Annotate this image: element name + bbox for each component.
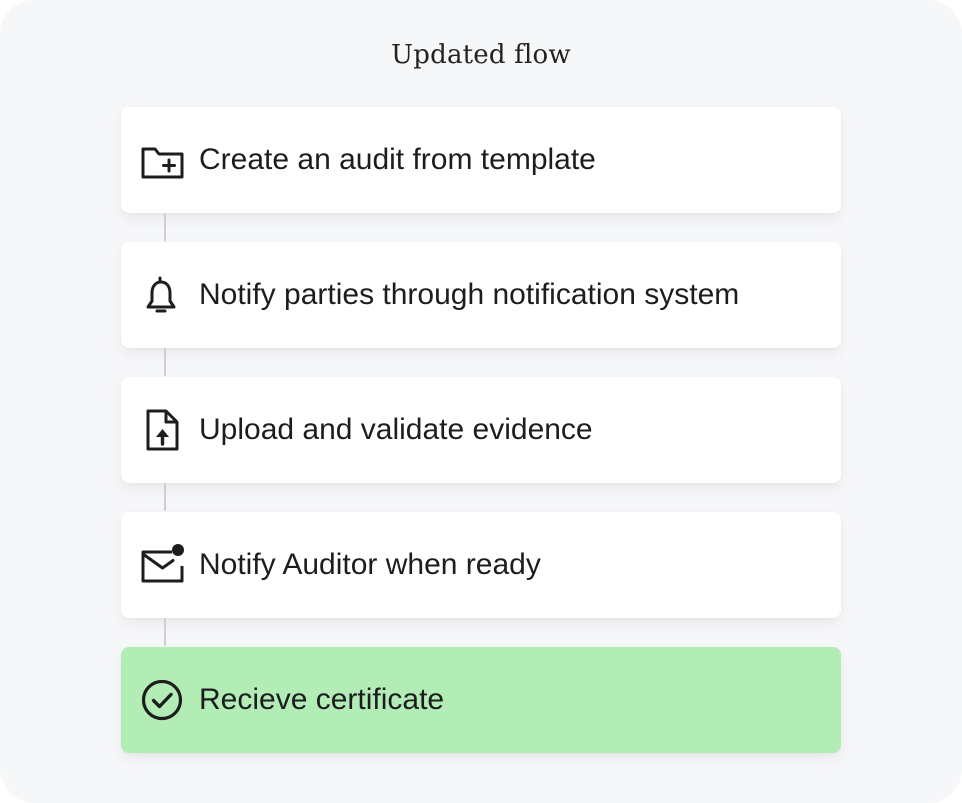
flow-step-receive-certificate: Recieve certificate (121, 647, 841, 753)
flow-connector (164, 618, 166, 646)
flow-connector (164, 348, 166, 376)
flow-step-label: Upload and validate evidence (199, 413, 593, 446)
folder-plus-icon (140, 139, 186, 181)
flow-step-notify-parties: Notify parties through notification syst… (121, 242, 841, 348)
flow-title: Updated flow (391, 40, 571, 70)
flow-step-create-audit: Create an audit from template (121, 107, 841, 213)
flow-connector (164, 213, 166, 241)
mail-notification-icon (140, 544, 186, 586)
flow-step-label: Notify Auditor when ready (199, 548, 541, 581)
flow-panel: Updated flow Create an audit from templa… (0, 0, 962, 803)
flow-step-upload-evidence: Upload and validate evidence (121, 377, 841, 483)
file-upload-icon (140, 409, 186, 451)
check-circle-icon (140, 679, 186, 721)
flow-connector (164, 483, 166, 511)
flow-step-label: Create an audit from template (199, 143, 596, 176)
flow-step-notify-auditor: Notify Auditor when ready (121, 512, 841, 618)
flow-step-label: Notify parties through notification syst… (199, 278, 740, 311)
bell-icon (140, 274, 186, 316)
flow-step-label: Recieve certificate (199, 683, 445, 716)
